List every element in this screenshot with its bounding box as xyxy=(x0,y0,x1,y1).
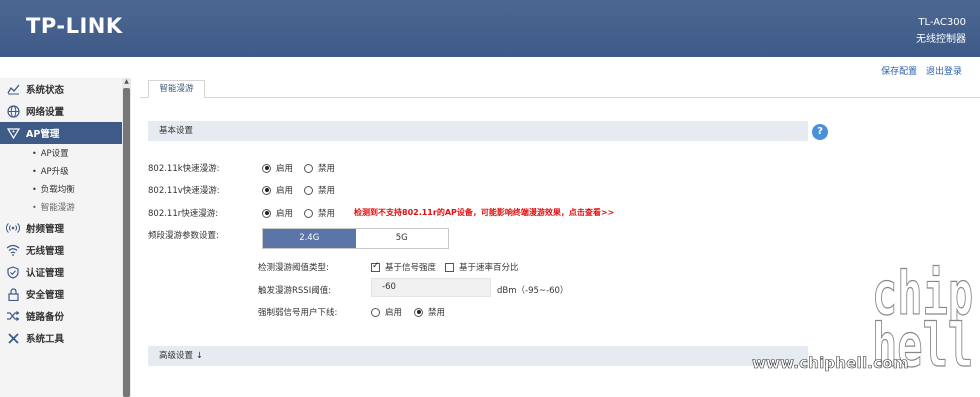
rssi-unit-hint: dBm（-95~-60） xyxy=(497,286,569,296)
sidebar-item-label: 无线管理 xyxy=(26,246,65,257)
section-basic-settings: 基本设置 xyxy=(148,121,808,141)
model-name: TL-AC300 xyxy=(918,17,966,28)
ap-icon xyxy=(6,126,20,140)
sidebar-item-auth[interactable]: 认证管理 xyxy=(0,261,122,283)
label-80211k: 802.11k快速漫游: xyxy=(148,164,220,174)
radio-80211v-enable[interactable]: 启用 xyxy=(262,184,293,196)
sidebar-subitem-ap-upgrade[interactable]: AP升级 xyxy=(0,162,122,180)
brand-logo: TP-LINK xyxy=(26,14,123,38)
label-rssi-threshold: 触发漫游RSSI阈值: xyxy=(258,286,332,296)
sidebar-item-label: 系统状态 xyxy=(26,85,65,96)
band-segmented-control: 2.4G 5G xyxy=(262,228,449,249)
sidebar-item-label: 网络设置 xyxy=(26,107,65,118)
wifi-icon xyxy=(6,243,20,257)
sidebar-item-security[interactable]: 安全管理 xyxy=(0,283,122,305)
sidebar-item-label: AP管理 xyxy=(26,129,60,140)
lock-icon xyxy=(6,287,20,301)
help-icon[interactable]: ? xyxy=(812,124,828,140)
checkbox-signal-strength[interactable]: 基于信号强度 xyxy=(371,261,436,273)
warning-80211r-link[interactable]: 检测到不支持802.11r的AP设备，可能影响终端漫游效果，点击查看>> xyxy=(354,207,614,218)
section-advanced-settings[interactable]: 高级设置 ↓ xyxy=(148,346,808,366)
radio-80211k-enable[interactable]: 启用 xyxy=(262,162,293,174)
logout-link[interactable]: 退出登录 xyxy=(926,67,962,77)
product-name: 无线控制器 xyxy=(916,34,966,45)
watermark-site: www.chiphell.com xyxy=(752,354,909,373)
sidebar-item-link-backup[interactable]: 链路备份 xyxy=(0,305,122,327)
label-80211v: 802.11v快速漫游: xyxy=(148,186,220,196)
radio-force-enable[interactable]: 启用 xyxy=(371,306,402,318)
radio-80211r-disable[interactable]: 禁用 xyxy=(304,207,335,219)
chart-line-icon xyxy=(6,82,20,96)
checkbox-rate-percent[interactable]: 基于速率百分比 xyxy=(445,261,519,273)
band-tab-24g[interactable]: 2.4G xyxy=(263,229,356,248)
sidebar-item-wireless[interactable]: 无线管理 xyxy=(0,239,122,261)
app-header: TP-LINK TL-AC300 无线控制器 xyxy=(0,0,980,57)
radio-80211v-disable[interactable]: 禁用 xyxy=(304,184,335,196)
sidebar-item-ap-management[interactable]: AP管理 xyxy=(0,122,122,144)
band-tab-5g[interactable]: 5G xyxy=(355,229,448,248)
shield-icon xyxy=(6,265,20,279)
tab-smart-roaming[interactable]: 智能漫游 xyxy=(148,80,205,98)
sidebar-item-network[interactable]: 网络设置 xyxy=(0,100,122,122)
label-force-disconnect: 强制弱信号用户下线: xyxy=(258,308,338,318)
label-detect-threshold: 检测漫游阈值类型: xyxy=(258,263,329,273)
sidebar-item-label: 系统工具 xyxy=(26,334,65,345)
sidebar-item-label: 认证管理 xyxy=(26,268,65,279)
label-80211r: 802.11r快速漫游: xyxy=(148,209,219,219)
sidebar-item-rf-management[interactable]: 射频管理 xyxy=(0,217,122,239)
sidebar-item-system-tools[interactable]: 系统工具 xyxy=(0,327,122,349)
globe-icon xyxy=(6,104,20,118)
sidebar-subitem-ap-settings[interactable]: AP设置 xyxy=(0,144,122,162)
radio-80211r-enable[interactable]: 启用 xyxy=(262,207,293,219)
radio-wave-icon xyxy=(6,221,20,235)
scroll-up-icon[interactable]: ▲ xyxy=(123,78,130,86)
sidebar-item-label: 链路备份 xyxy=(26,312,65,323)
radio-force-disable[interactable]: 禁用 xyxy=(414,306,445,318)
rssi-threshold-input[interactable]: -60 xyxy=(371,278,491,297)
label-band-roaming: 频段漫游参数设置: xyxy=(148,231,219,241)
save-config-link[interactable]: 保存配置 xyxy=(881,67,917,77)
sidebar-subitem-smart-roaming[interactable]: 智能漫游 xyxy=(0,198,122,216)
sidebar-item-system-status[interactable]: 系统状态 xyxy=(0,78,122,100)
radio-80211k-disable[interactable]: 禁用 xyxy=(304,162,335,174)
sidebar-item-label: 射频管理 xyxy=(26,224,65,235)
device-info: TL-AC300 无线控制器 xyxy=(916,14,966,48)
tools-icon xyxy=(6,331,20,345)
shuffle-icon xyxy=(6,309,20,323)
sidebar-scrollbar[interactable]: ▲ xyxy=(122,78,131,397)
tab-bar-line xyxy=(140,97,980,98)
sidebar-subitem-load-balance[interactable]: 负载均衡 xyxy=(0,180,122,198)
top-links: 保存配置 退出登录 xyxy=(875,64,962,77)
sidebar-item-label: 安全管理 xyxy=(26,290,65,301)
scrollbar-thumb[interactable] xyxy=(123,88,130,397)
